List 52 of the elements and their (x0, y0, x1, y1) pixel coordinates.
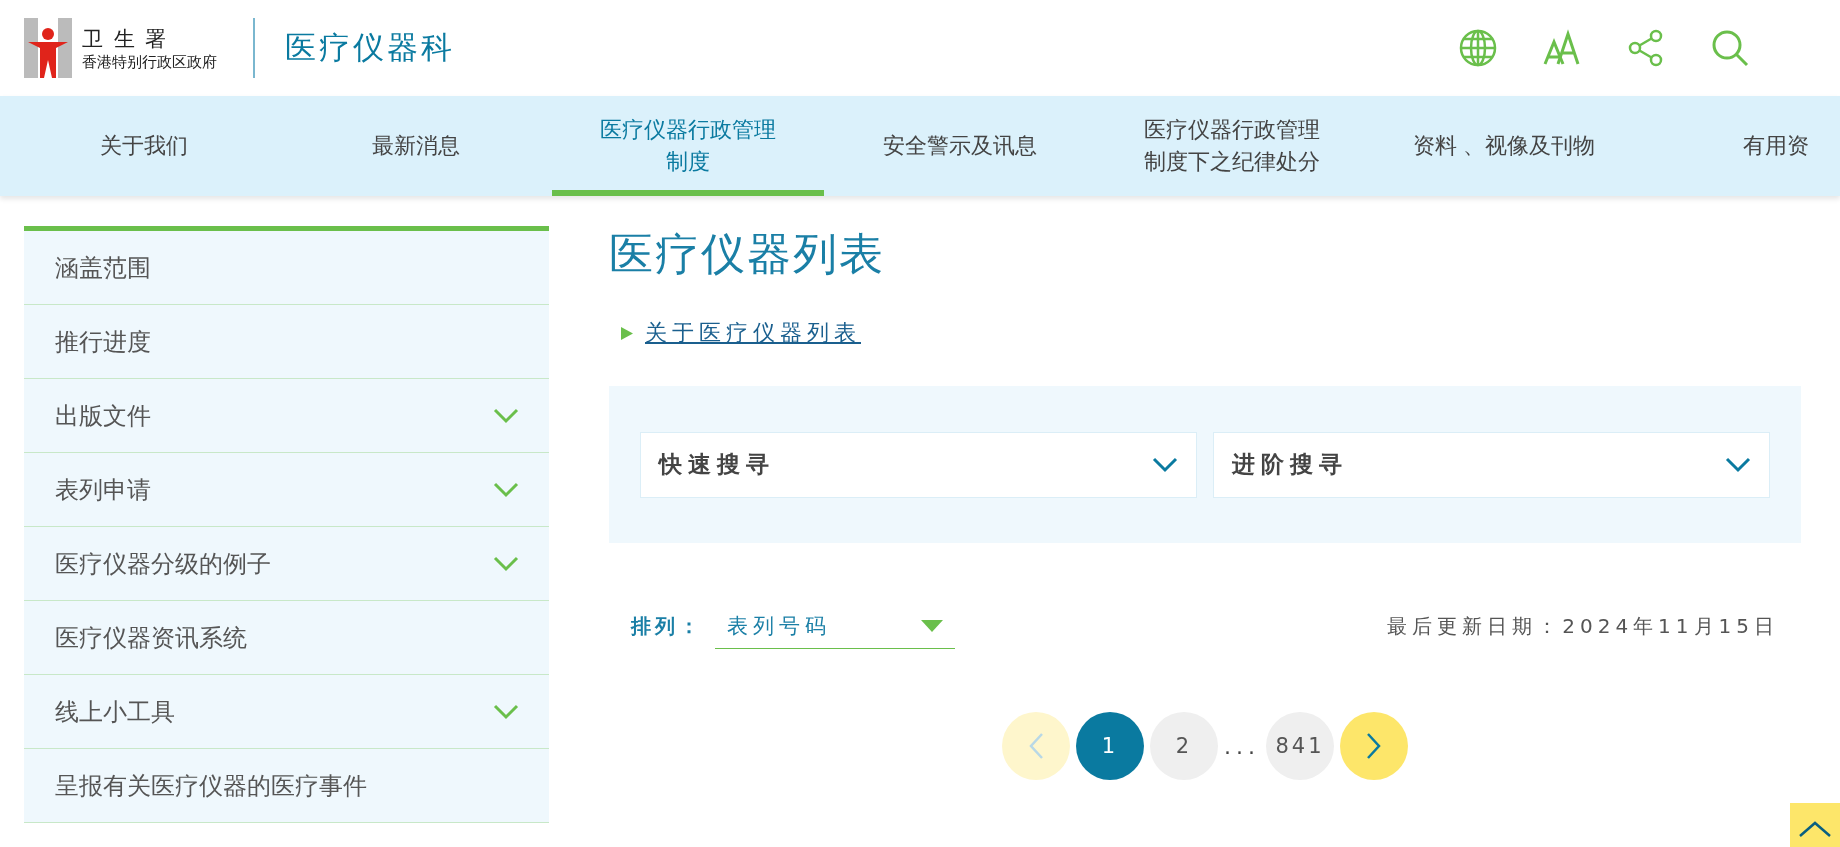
search-dropdown[interactable]: 进阶搜寻 (1213, 431, 1770, 498)
chevron-down-icon (493, 703, 519, 720)
sidebar-item-label: 医疗仪器分级的例子 (55, 548, 271, 580)
sidebar-item-label: 呈报有关医疗仪器的医疗事件 (55, 770, 367, 802)
sidebar-item-label: 医疗仪器资讯系统 (55, 622, 247, 654)
nav-tab[interactable]: 医疗仪器行政管理制度下之纪律处分 (1096, 96, 1368, 196)
sidebar-item[interactable]: 呈报有关医疗仪器的医疗事件 (24, 749, 549, 823)
sidebar-item-label: 出版文件 (55, 400, 151, 432)
chevron-down-icon (493, 555, 519, 572)
page-button[interactable]: 841 (1266, 712, 1334, 780)
chevron-up-icon (1798, 820, 1832, 838)
sidebar-item[interactable]: 医疗仪器分级的例子 (24, 527, 549, 601)
site-title: 医疗仪器科 (285, 28, 455, 67)
sidebar-item[interactable]: 出版文件 (24, 379, 549, 453)
back-to-top-button[interactable] (1790, 803, 1840, 847)
nav-tab[interactable]: 安全警示及讯息 (824, 96, 1096, 196)
sidebar-item-label: 推行进度 (55, 326, 151, 358)
sidebar-item-label: 表列申请 (55, 474, 151, 506)
chevron-down-icon (493, 407, 519, 424)
page-button[interactable]: 2 (1150, 712, 1218, 780)
nav-tab[interactable]: 资料 、视像及刊物 (1368, 96, 1640, 196)
logo-title: 卫 生 署 (82, 25, 170, 53)
sort-label: 排列： (631, 612, 703, 640)
sidebar-item[interactable]: 推行进度 (24, 305, 549, 379)
triangle-down-icon (921, 619, 943, 632)
logo-icon (24, 18, 72, 78)
sidebar-item[interactable]: 表列申请 (24, 453, 549, 527)
chevron-left-icon (1028, 732, 1044, 760)
sidebar-item[interactable]: 线上小工具 (24, 675, 549, 749)
nav-tab[interactable]: 最新消息 (280, 96, 552, 196)
chevron-right-icon (1366, 732, 1382, 760)
globe-icon[interactable] (1458, 28, 1498, 68)
sidebar-item[interactable]: 涵盖范围 (24, 231, 549, 305)
chevron-down-icon (1152, 456, 1178, 473)
nav-tab[interactable]: 医疗仪器行政管理制度 (552, 96, 824, 196)
nav-tab[interactable]: 关于我们 (8, 96, 280, 196)
about-list-link[interactable]: 关于医疗仪器列表 (645, 318, 861, 348)
sort-select[interactable]: 表列号码 (715, 603, 955, 649)
logo-subtitle: 香港特别行政区政府 (82, 52, 217, 72)
pagination-ellipsis: ... (1224, 733, 1260, 759)
sidebar-item-label: 涵盖范围 (55, 252, 151, 284)
page-button[interactable]: 1 (1076, 712, 1144, 780)
sidebar-item-label: 线上小工具 (55, 696, 175, 728)
triangle-right-icon (621, 326, 633, 340)
sidebar-item[interactable]: 医疗仪器资讯系统 (24, 601, 549, 675)
search-icon[interactable] (1710, 28, 1750, 68)
chevron-down-icon (1725, 456, 1751, 473)
chevron-down-icon (493, 481, 519, 498)
nav-tab[interactable]: 有用资 (1640, 96, 1840, 196)
search-dropdown[interactable]: 快速搜寻 (640, 431, 1197, 498)
last-updated: 最后更新日期：2024年11月15日 (1387, 612, 1779, 640)
page-title: 医疗仪器列表 (609, 227, 886, 281)
